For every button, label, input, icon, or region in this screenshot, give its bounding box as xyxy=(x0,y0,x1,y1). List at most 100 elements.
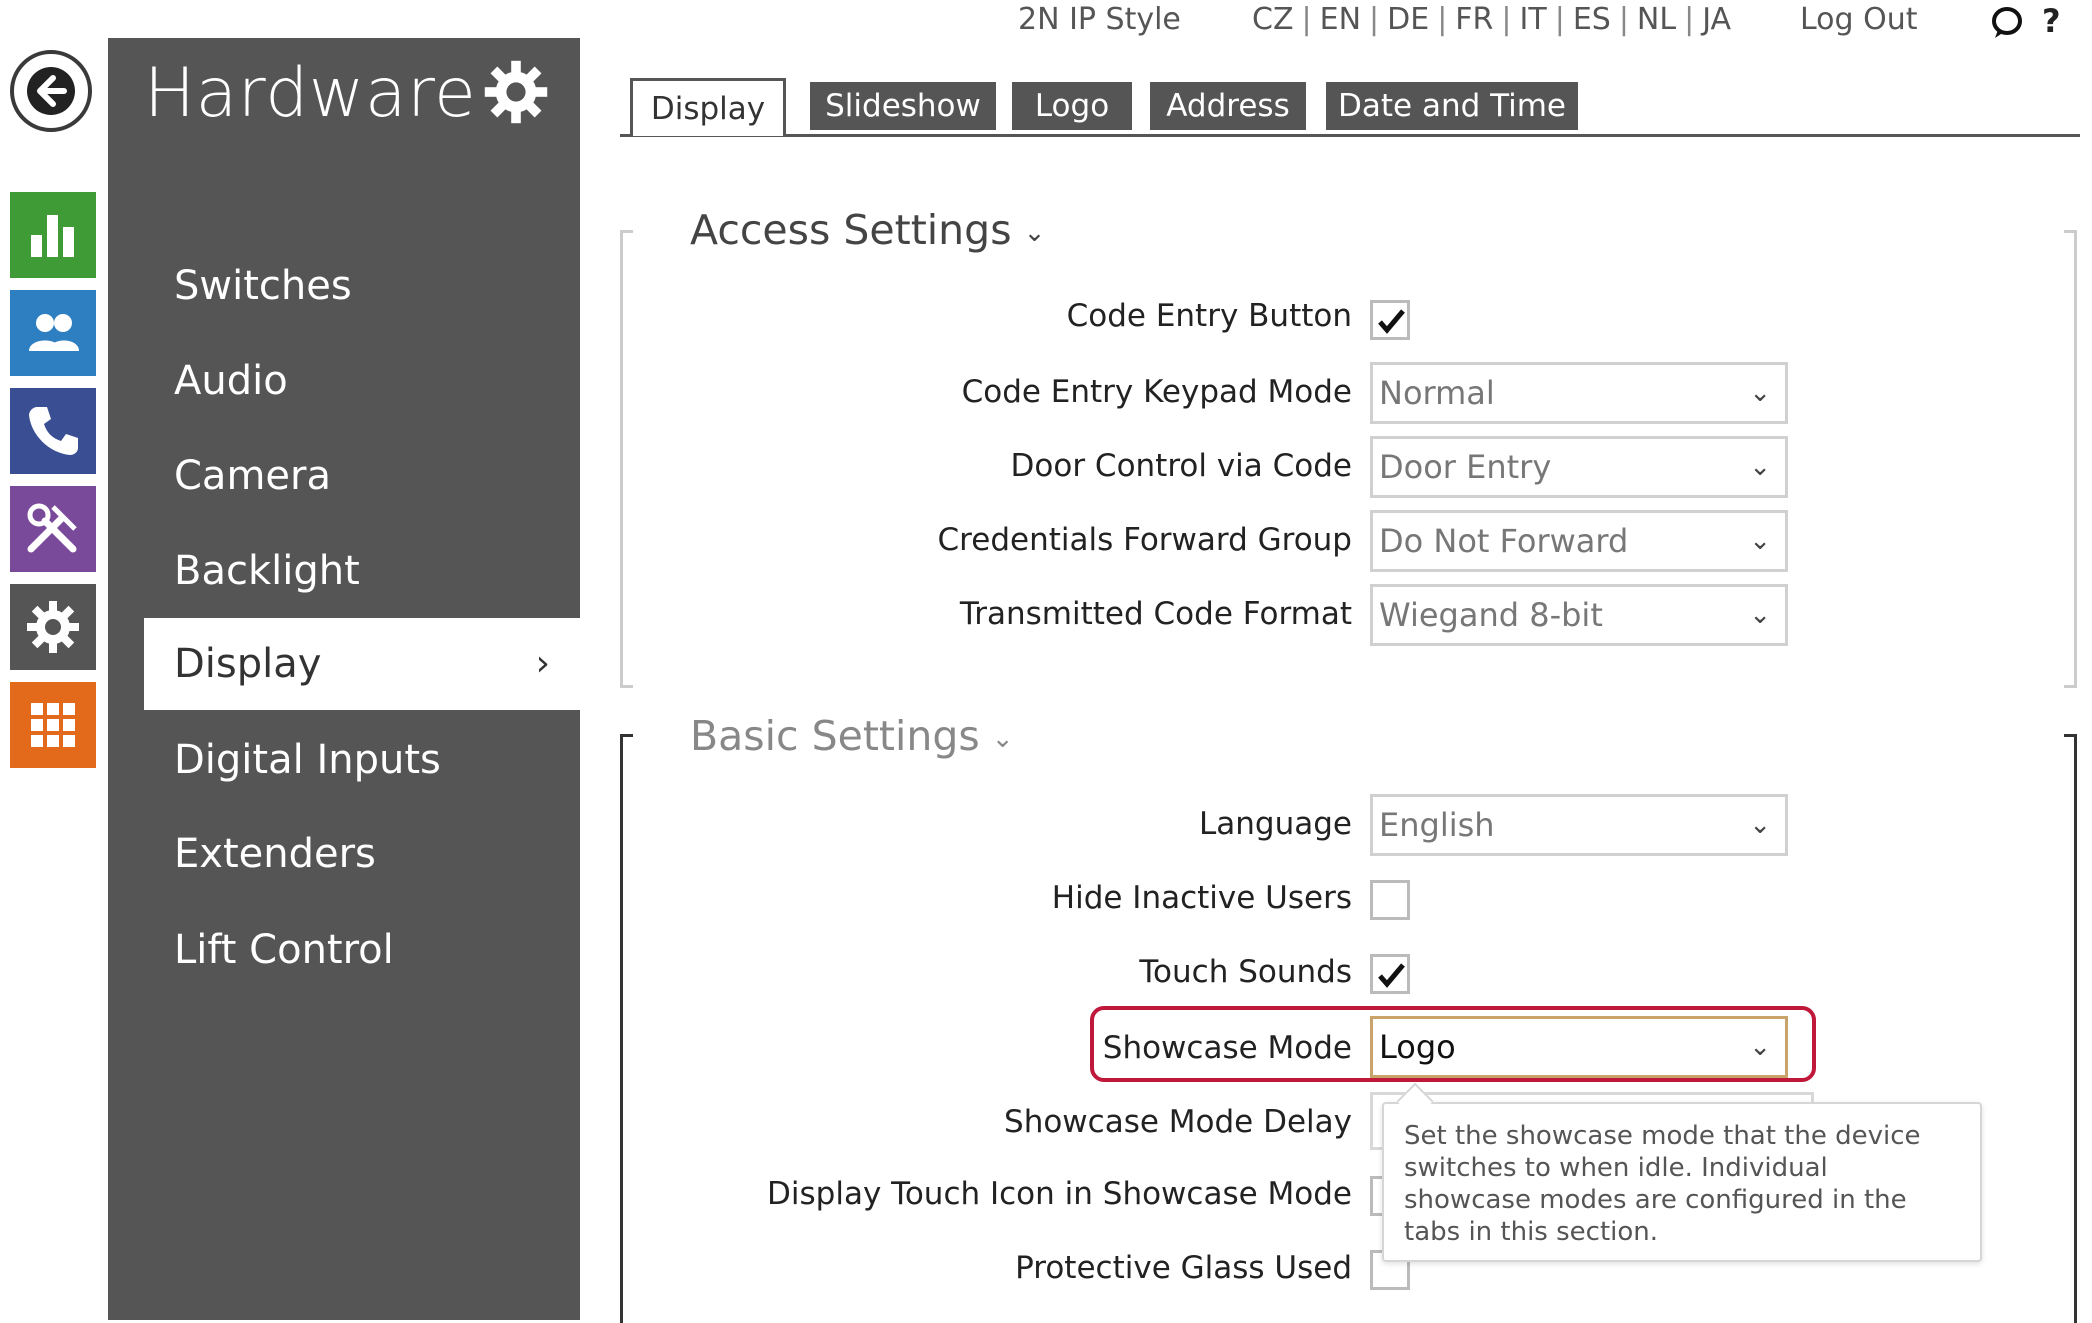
select-value: Logo xyxy=(1379,1028,1456,1066)
chevron-down-icon: ⌄ xyxy=(1749,810,1771,840)
chevron-down-icon: ⌄ xyxy=(1749,526,1771,556)
sidebar-item-label: Digital Inputs xyxy=(174,737,441,783)
door-control-label: Door Control via Code xyxy=(1010,448,1352,484)
forward-group-label: Credentials Forward Group xyxy=(937,522,1352,558)
code-format-select[interactable]: Wiegand 8-bit ⌄ xyxy=(1370,584,1788,646)
chevron-down-icon: ⌄ xyxy=(1749,378,1771,408)
lang-nl[interactable]: NL xyxy=(1637,2,1676,37)
forward-group-select[interactable]: Do Not Forward ⌄ xyxy=(1370,510,1788,572)
phone-icon xyxy=(29,407,78,455)
code-format-label: Transmitted Code Format xyxy=(959,596,1352,632)
section-bracket-right xyxy=(2064,230,2077,688)
lang-en[interactable]: EN xyxy=(1320,2,1361,37)
sidebar-item-audio[interactable]: Audio xyxy=(108,335,580,427)
lang-it[interactable]: IT xyxy=(1520,2,1547,37)
door-control-select[interactable]: Door Entry ⌄ xyxy=(1370,436,1788,498)
gear-icon xyxy=(27,601,79,653)
sidebar-item-digital-inputs[interactable]: Digital Inputs xyxy=(108,714,580,806)
sidebar-item-camera[interactable]: Camera xyxy=(108,430,580,522)
users-icon xyxy=(29,314,79,351)
hide-inactive-users-checkbox[interactable] xyxy=(1370,880,1410,920)
section-title-text: Access Settings xyxy=(690,206,1012,254)
basic-settings-title[interactable]: Basic Settings ⌄ xyxy=(690,712,1014,760)
chat-icon[interactable] xyxy=(1990,6,2024,40)
tooltip-text: Set the showcase mode that the device sw… xyxy=(1404,1121,1921,1247)
arrow-left-icon xyxy=(27,67,75,115)
sidebar-item-label: Audio xyxy=(174,358,288,404)
tab-bar-line xyxy=(620,134,2080,137)
chevron-down-icon: ⌄ xyxy=(1749,600,1771,630)
lang-es[interactable]: ES xyxy=(1573,2,1611,37)
lang-fr[interactable]: FR xyxy=(1455,2,1493,37)
showcase-delay-label: Showcase Mode Delay xyxy=(1004,1104,1352,1140)
grid-icon xyxy=(31,703,75,747)
select-value: Door Entry xyxy=(1379,448,1552,486)
lang-cz[interactable]: CZ xyxy=(1252,2,1294,37)
tab-address[interactable]: Address xyxy=(1150,82,1306,130)
sidebar-item-lift-control[interactable]: Lift Control xyxy=(108,904,580,996)
checkmark-icon xyxy=(1378,963,1405,988)
tab-date-and-time[interactable]: Date and Time xyxy=(1326,82,1578,130)
showcase-mode-select[interactable]: Logo ⌄ xyxy=(1370,1016,1788,1078)
select-value: Normal xyxy=(1379,374,1495,412)
sidebar-item-switches[interactable]: Switches xyxy=(108,240,580,332)
showcase-mode-label: Showcase Mode xyxy=(1102,1030,1352,1066)
tab-slideshow[interactable]: Slideshow xyxy=(810,82,996,130)
touch-sounds-label: Touch Sounds xyxy=(1139,954,1352,990)
style-link[interactable]: 2N IP Style xyxy=(1018,2,1181,37)
section-bracket-left xyxy=(620,230,633,688)
code-entry-button-checkbox[interactable] xyxy=(1370,300,1410,340)
section-title-text: Basic Settings xyxy=(690,712,980,760)
sidebar-title: Hardware xyxy=(144,54,477,133)
sidebar-item-label: Backlight xyxy=(174,548,360,594)
sidebar-item-backlight[interactable]: Backlight xyxy=(108,525,580,617)
rail-status[interactable] xyxy=(10,192,96,278)
hide-inactive-users-label: Hide Inactive Users xyxy=(1051,880,1352,916)
language-select[interactable]: English ⌄ xyxy=(1370,794,1788,856)
rail-services[interactable] xyxy=(10,682,96,768)
rail-system[interactable] xyxy=(10,584,96,670)
sidebar-item-display[interactable]: Display › xyxy=(144,618,580,710)
sidebar-item-label: Display xyxy=(174,641,322,687)
select-value: English xyxy=(1379,806,1495,844)
protective-glass-label: Protective Glass Used xyxy=(1015,1250,1352,1286)
chevron-down-icon: ⌄ xyxy=(991,724,1014,754)
bar-chart-icon xyxy=(31,215,74,257)
chevron-down-icon: ⌄ xyxy=(1749,452,1771,482)
back-button[interactable] xyxy=(10,50,92,132)
language-switcher: CZ | EN | DE | FR | IT | ES | NL | JA xyxy=(1252,2,1732,37)
rail-directory[interactable] xyxy=(10,290,96,376)
tab-display[interactable]: Display xyxy=(630,78,786,136)
checkmark-icon xyxy=(1378,309,1405,334)
tools-icon xyxy=(27,503,77,553)
lang-de[interactable]: DE xyxy=(1387,2,1429,37)
rail-calls[interactable] xyxy=(10,388,96,474)
touch-sounds-checkbox[interactable] xyxy=(1370,954,1410,994)
code-entry-button-label: Code Entry Button xyxy=(1066,298,1352,334)
lang-ja[interactable]: JA xyxy=(1702,2,1731,37)
gear-icon xyxy=(484,60,548,124)
sidebar-item-label: Switches xyxy=(174,263,352,309)
sidebar-item-label: Lift Control xyxy=(174,927,394,973)
select-value: Wiegand 8-bit xyxy=(1379,596,1603,634)
chevron-down-icon: ⌄ xyxy=(1023,218,1046,248)
sidebar-item-label: Camera xyxy=(174,453,331,499)
chevron-down-icon: ⌄ xyxy=(1749,1032,1771,1062)
access-settings-title[interactable]: Access Settings ⌄ xyxy=(690,206,1045,254)
section-bracket-left xyxy=(620,734,633,1323)
logout-link[interactable]: Log Out xyxy=(1800,2,1918,37)
section-bracket-right xyxy=(2064,734,2077,1323)
sidebar-item-extenders[interactable]: Extenders xyxy=(108,808,580,900)
select-value: Do Not Forward xyxy=(1379,522,1629,560)
sidebar-item-label: Extenders xyxy=(174,831,376,877)
help-button[interactable]: ? xyxy=(2042,2,2061,40)
keypad-mode-select[interactable]: Normal ⌄ xyxy=(1370,362,1788,424)
tab-logo[interactable]: Logo xyxy=(1012,82,1132,130)
rail-hardware[interactable] xyxy=(10,486,96,572)
sidebar: Hardware Switches Audio Camera Backlight… xyxy=(108,38,580,1320)
touch-icon-label: Display Touch Icon in Showcase Mode xyxy=(767,1176,1352,1212)
keypad-mode-label: Code Entry Keypad Mode xyxy=(961,374,1352,410)
showcase-mode-tooltip: Set the showcase mode that the device sw… xyxy=(1382,1102,1982,1262)
language-label: Language xyxy=(1199,806,1352,842)
chevron-right-icon: › xyxy=(535,643,550,684)
